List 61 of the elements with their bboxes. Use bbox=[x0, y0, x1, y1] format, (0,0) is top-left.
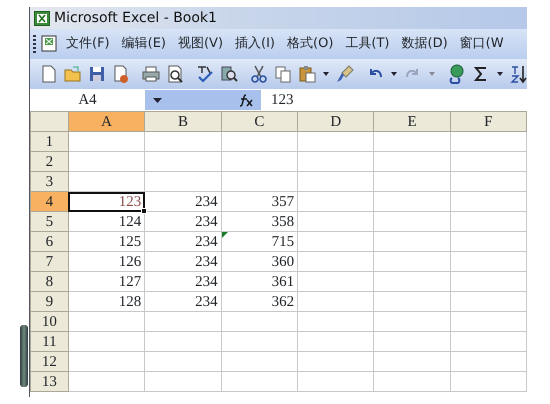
formula-field[interactable]: 123 bbox=[261, 88, 294, 112]
menu-item[interactable]: 工具(T) bbox=[339, 34, 396, 54]
table-cell[interactable]: 125 bbox=[68, 232, 145, 252]
menu-item[interactable]: 数据(D) bbox=[396, 34, 454, 54]
window-title: Microsoft Excel - Book1 bbox=[54, 8, 217, 28]
table-cell[interactable]: 357 bbox=[221, 192, 298, 212]
table-cell[interactable]: 234 bbox=[144, 292, 222, 312]
menu-item[interactable]: 编辑(E) bbox=[116, 34, 172, 54]
row-header[interactable]: 9 bbox=[30, 292, 68, 312]
table-cell[interactable]: 124 bbox=[68, 212, 145, 232]
row-header[interactable]: 4 bbox=[30, 192, 68, 212]
menu-item[interactable]: 格式(O) bbox=[281, 34, 340, 54]
excel-logo-icon bbox=[34, 10, 50, 26]
row-header[interactable]: 11 bbox=[30, 332, 68, 352]
table-cell[interactable]: 128 bbox=[68, 292, 145, 312]
name-box[interactable]: A4 bbox=[30, 88, 145, 112]
row-header[interactable]: 1 bbox=[30, 132, 68, 152]
menu-item[interactable]: 文件(F) bbox=[60, 34, 116, 54]
row-header[interactable]: 6 bbox=[30, 232, 68, 252]
function-icon[interactable] bbox=[239, 94, 253, 106]
table-cell[interactable]: 123 bbox=[68, 192, 145, 212]
row-header[interactable]: 3 bbox=[30, 172, 68, 192]
dropdown-arrow-icon[interactable] bbox=[153, 98, 162, 102]
copy-icon[interactable] bbox=[273, 64, 293, 84]
column-header[interactable]: D bbox=[298, 112, 374, 132]
table-cell[interactable]: 234 bbox=[144, 272, 222, 292]
column-header[interactable]: F bbox=[450, 112, 526, 132]
menu-item[interactable]: 视图(V) bbox=[172, 34, 230, 54]
row-header[interactable]: 13 bbox=[30, 372, 68, 392]
column-header[interactable]: E bbox=[374, 112, 450, 132]
table-cell[interactable]: 358 bbox=[221, 212, 298, 232]
row-header[interactable]: 10 bbox=[30, 312, 68, 332]
row-header[interactable]: 7 bbox=[30, 252, 68, 272]
save-icon[interactable] bbox=[87, 64, 107, 84]
row-header[interactable]: 8 bbox=[30, 272, 68, 292]
table-cell[interactable]: 234 bbox=[144, 192, 222, 212]
table-cell[interactable]: 361 bbox=[221, 272, 298, 292]
fill-handle[interactable] bbox=[141, 208, 148, 214]
table-cell[interactable]: 126 bbox=[68, 252, 145, 272]
table-cell[interactable]: 362 bbox=[221, 292, 298, 312]
row-header[interactable]: 12 bbox=[30, 352, 68, 372]
column-header[interactable]: B bbox=[144, 112, 222, 132]
side-handle[interactable] bbox=[20, 325, 28, 387]
paste-icon[interactable] bbox=[297, 64, 317, 84]
row-header[interactable]: 5 bbox=[30, 212, 68, 232]
table-cell[interactable]: 127 bbox=[68, 272, 145, 292]
column-header[interactable]: C bbox=[221, 112, 298, 132]
spelling-check-icon[interactable] bbox=[195, 64, 215, 84]
menu-item[interactable]: 窗口(W bbox=[454, 34, 510, 54]
format-painter-icon[interactable] bbox=[335, 64, 355, 84]
column-header[interactable]: A bbox=[68, 112, 145, 132]
table-cell[interactable]: 234 bbox=[144, 212, 222, 232]
table-cell[interactable]: 234 bbox=[144, 252, 222, 272]
cut-icon[interactable] bbox=[249, 64, 269, 84]
table-cell[interactable]: 715 bbox=[221, 232, 298, 252]
row-header[interactable]: 2 bbox=[30, 152, 68, 172]
sort-icon[interactable] bbox=[509, 64, 527, 84]
printer-icon[interactable] bbox=[141, 64, 161, 84]
folder-icon[interactable] bbox=[63, 64, 83, 84]
table-cell[interactable]: 360 bbox=[221, 252, 298, 272]
menu-item[interactable]: 插入(I) bbox=[229, 34, 282, 54]
